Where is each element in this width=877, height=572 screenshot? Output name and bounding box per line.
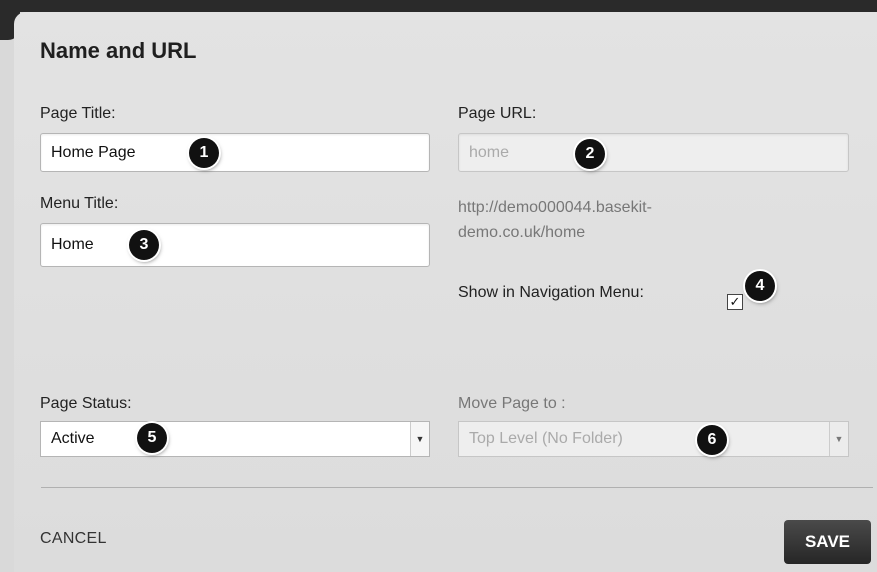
- callout-badge-5: 5: [137, 423, 167, 453]
- page-status-select[interactable]: Active ▼: [40, 421, 430, 457]
- name-and-url-dialog: Name and URL Page Title: Home Page 1 Pag…: [14, 12, 877, 572]
- move-page-select[interactable]: Top Level (No Folder) ▼: [458, 421, 849, 457]
- cancel-button[interactable]: CANCEL: [40, 530, 107, 548]
- menu-title-label: Menu Title:: [40, 195, 119, 212]
- show-in-navigation-label: Show in Navigation Menu:: [458, 284, 644, 301]
- page-full-url-text: http://demo000044.basekit-demo.co.uk/hom…: [458, 199, 652, 241]
- page-title-label: Page Title:: [40, 105, 116, 122]
- chevron-down-icon[interactable]: ▼: [829, 422, 848, 456]
- show-in-navigation-checkbox[interactable]: ✓: [727, 294, 743, 310]
- window-top-bar: [0, 0, 877, 12]
- footer-divider: [41, 487, 873, 488]
- chevron-down-icon[interactable]: ▼: [410, 422, 429, 456]
- page-title-input[interactable]: Home Page: [40, 133, 430, 172]
- page-title-value: Home Page: [51, 143, 136, 161]
- move-page-value: Top Level (No Folder): [469, 430, 623, 447]
- menu-title-value: Home: [51, 236, 94, 253]
- page-status-value: Active: [51, 430, 95, 447]
- dialog-title: Name and URL: [40, 38, 197, 63]
- check-icon: ✓: [729, 294, 741, 309]
- page-url-value: home: [469, 143, 510, 161]
- callout-badge-2: 2: [575, 139, 605, 169]
- page-status-label: Page Status:: [40, 395, 132, 412]
- callout-badge-1: 1: [189, 138, 219, 168]
- menu-title-input[interactable]: Home: [40, 223, 430, 267]
- move-page-label: Move Page to :: [458, 395, 566, 412]
- page-url-label: Page URL:: [458, 105, 537, 122]
- page-url-input[interactable]: home: [458, 133, 849, 172]
- callout-badge-4: 4: [745, 271, 775, 301]
- callout-badge-3: 3: [129, 230, 159, 260]
- callout-badge-6: 6: [697, 425, 727, 455]
- save-button[interactable]: SAVE: [784, 520, 871, 564]
